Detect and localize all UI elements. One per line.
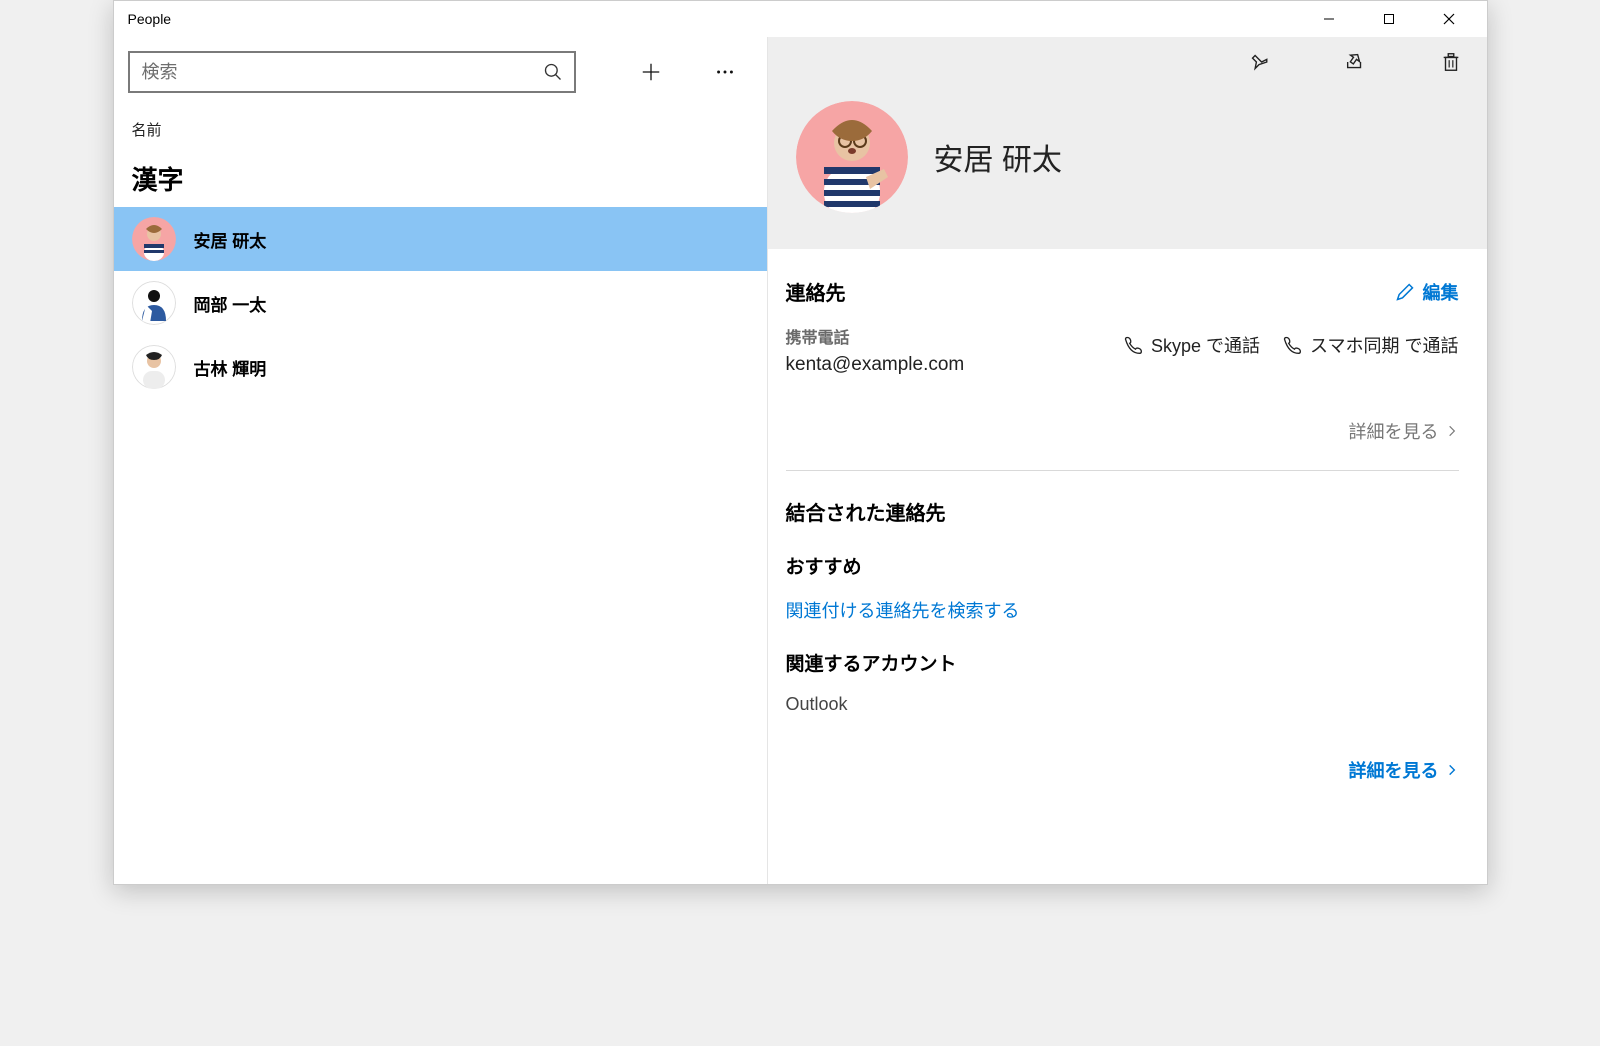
related-accounts-header: 関連するアカウント [786, 649, 1459, 676]
contacts-pane: 名前 漢字 安居 研太 [114, 37, 768, 884]
linked-section-title: 結合された連絡先 [786, 497, 1459, 526]
minimize-button[interactable] [1299, 1, 1359, 37]
search-icon [543, 62, 563, 82]
phone-icon [1123, 335, 1143, 355]
contact-row[interactable]: 岡部 一太 [114, 271, 767, 335]
avatar [132, 217, 176, 261]
call-skype-label: Skype で通話 [1151, 332, 1260, 358]
trash-icon [1440, 51, 1462, 73]
sort-label[interactable]: 名前 [114, 107, 767, 146]
email-value[interactable]: kenta@example.com [786, 354, 965, 376]
avatar-image-icon [132, 281, 176, 325]
maximize-button[interactable] [1359, 1, 1419, 37]
close-icon [1443, 13, 1455, 25]
show-more-button[interactable]: 詳細を見る [1349, 757, 1459, 783]
pin-icon [1248, 51, 1270, 73]
chevron-right-icon [1445, 763, 1459, 777]
find-linked-link[interactable]: 関連付ける連絡先を検索する [786, 597, 1459, 623]
detail-header: 安居 研太 [768, 37, 1487, 249]
more-icon [714, 61, 736, 83]
edit-label: 編集 [1423, 279, 1459, 305]
phone-icon [1282, 335, 1302, 355]
show-more-label: 詳細を見る [1349, 418, 1439, 444]
pin-button[interactable] [1241, 44, 1277, 80]
contact-name: 安居 研太 [194, 227, 267, 252]
more-button[interactable] [697, 49, 753, 95]
maximize-icon [1383, 13, 1395, 25]
search-input[interactable] [130, 62, 532, 83]
add-contact-button[interactable] [623, 49, 679, 95]
share-icon [1344, 51, 1366, 73]
detail-pane: 安居 研太 連絡先 編集 携帯電話 [768, 37, 1487, 884]
minimize-icon [1323, 13, 1335, 25]
contacts-list: 名前 漢字 安居 研太 [114, 107, 767, 884]
profile-avatar [796, 101, 908, 213]
group-header[interactable]: 漢字 [114, 146, 767, 207]
avatar-image-icon [796, 101, 908, 213]
avatar [132, 345, 176, 389]
account-name: Outlook [786, 694, 1459, 715]
call-skype-button[interactable]: Skype で通話 [1123, 332, 1260, 358]
plus-icon [640, 61, 662, 83]
call-phonelink-button[interactable]: スマホ同期 で通話 [1282, 332, 1458, 358]
show-more-label: 詳細を見る [1349, 757, 1439, 783]
chevron-right-icon [1445, 424, 1459, 438]
profile-name: 安居 研太 [934, 135, 1062, 179]
show-more-button[interactable]: 詳細を見る [1349, 418, 1459, 444]
contact-name: 岡部 一太 [194, 291, 267, 316]
contact-section-title: 連絡先 [786, 277, 846, 306]
avatar-image-icon [132, 345, 176, 389]
search-box[interactable] [128, 51, 576, 93]
pencil-icon [1395, 282, 1415, 302]
edit-button[interactable]: 編集 [1395, 279, 1459, 305]
divider [786, 470, 1459, 471]
close-button[interactable] [1419, 1, 1479, 37]
avatar [132, 281, 176, 325]
left-toolbar [114, 37, 767, 107]
suggested-header: おすすめ [786, 552, 1459, 579]
contact-row[interactable]: 古林 輝明 [114, 335, 767, 399]
call-phonelink-label: スマホ同期 で通話 [1310, 332, 1458, 358]
phone-field-label: 携帯電話 [786, 324, 965, 348]
share-button[interactable] [1337, 44, 1373, 80]
avatar-image-icon [132, 217, 176, 261]
titlebar: People [114, 1, 1487, 37]
search-button[interactable] [532, 53, 574, 91]
contact-name: 古林 輝明 [194, 355, 267, 380]
contact-row[interactable]: 安居 研太 [114, 207, 767, 271]
delete-button[interactable] [1433, 44, 1469, 80]
window-title: People [128, 11, 172, 27]
